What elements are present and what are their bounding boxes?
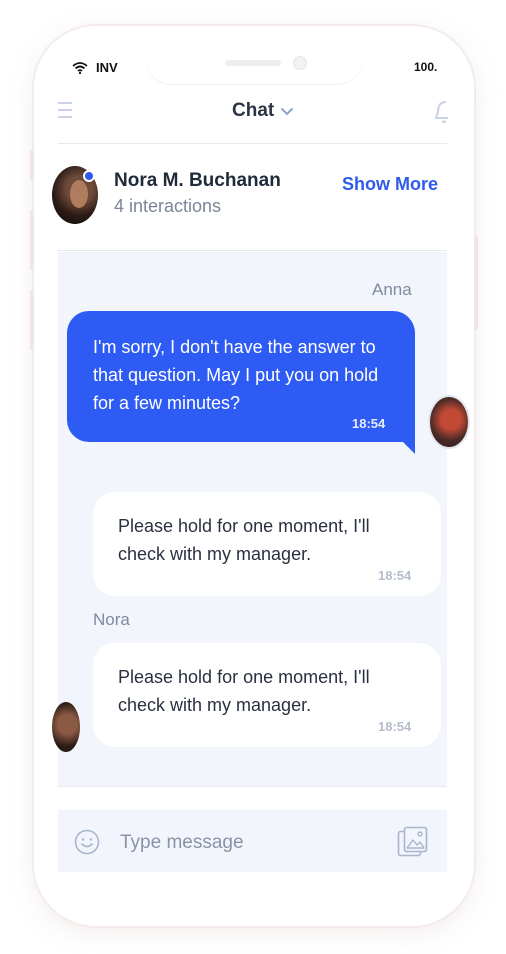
- message-time: 18:54: [352, 416, 386, 431]
- message-text: I'm sorry, I don't have the answer to th…: [93, 337, 379, 413]
- message-bubble-incoming[interactable]: Please hold for one moment, I'll check w…: [93, 492, 441, 596]
- phone-side-button: [30, 290, 34, 350]
- battery-percent: 100.: [414, 60, 438, 74]
- phone-side-button: [474, 235, 478, 330]
- carrier-label: INV: [96, 60, 118, 75]
- phone-side-button: [30, 150, 34, 180]
- wifi-icon: [72, 61, 88, 74]
- message-time: 18:54: [378, 568, 412, 583]
- bubble-tail: [401, 440, 415, 454]
- image-attach-icon[interactable]: [397, 826, 429, 858]
- message-text: Please hold for one moment, I'll check w…: [118, 516, 370, 564]
- message-input[interactable]: [118, 828, 382, 858]
- composer-divider: [58, 786, 447, 787]
- menu-icon[interactable]: [58, 102, 72, 123]
- interaction-count: 4 interactions: [114, 196, 222, 216]
- message-bubble-incoming[interactable]: Please hold for one moment, I'll check w…: [93, 643, 441, 747]
- chevron-down-icon: [281, 108, 294, 116]
- page-title: Chat: [232, 100, 275, 121]
- message-bubble-outgoing[interactable]: I'm sorry, I don't have the answer to th…: [67, 311, 415, 454]
- sender-label: Nora: [93, 610, 130, 629]
- online-status-dot: [83, 170, 95, 182]
- avatar: [52, 702, 80, 752]
- message-time: 18:54: [378, 719, 412, 734]
- message-text: Please hold for one moment, I'll check w…: [118, 667, 370, 715]
- emoji-icon[interactable]: [74, 829, 100, 855]
- header-divider: [58, 143, 447, 144]
- show-more-link[interactable]: Show More: [342, 174, 438, 195]
- speaker-grille: [225, 60, 281, 66]
- status-bar-left: INV: [72, 60, 118, 75]
- front-camera: [293, 56, 307, 70]
- sender-label: Anna: [372, 280, 412, 299]
- phone-side-button: [30, 210, 34, 270]
- contact-name: Nora M. Buchanan: [114, 170, 281, 191]
- contact-divider: [58, 250, 447, 251]
- avatar: [428, 395, 470, 449]
- bell-icon[interactable]: [432, 96, 448, 124]
- chat-title-dropdown[interactable]: Chat: [232, 100, 294, 122]
